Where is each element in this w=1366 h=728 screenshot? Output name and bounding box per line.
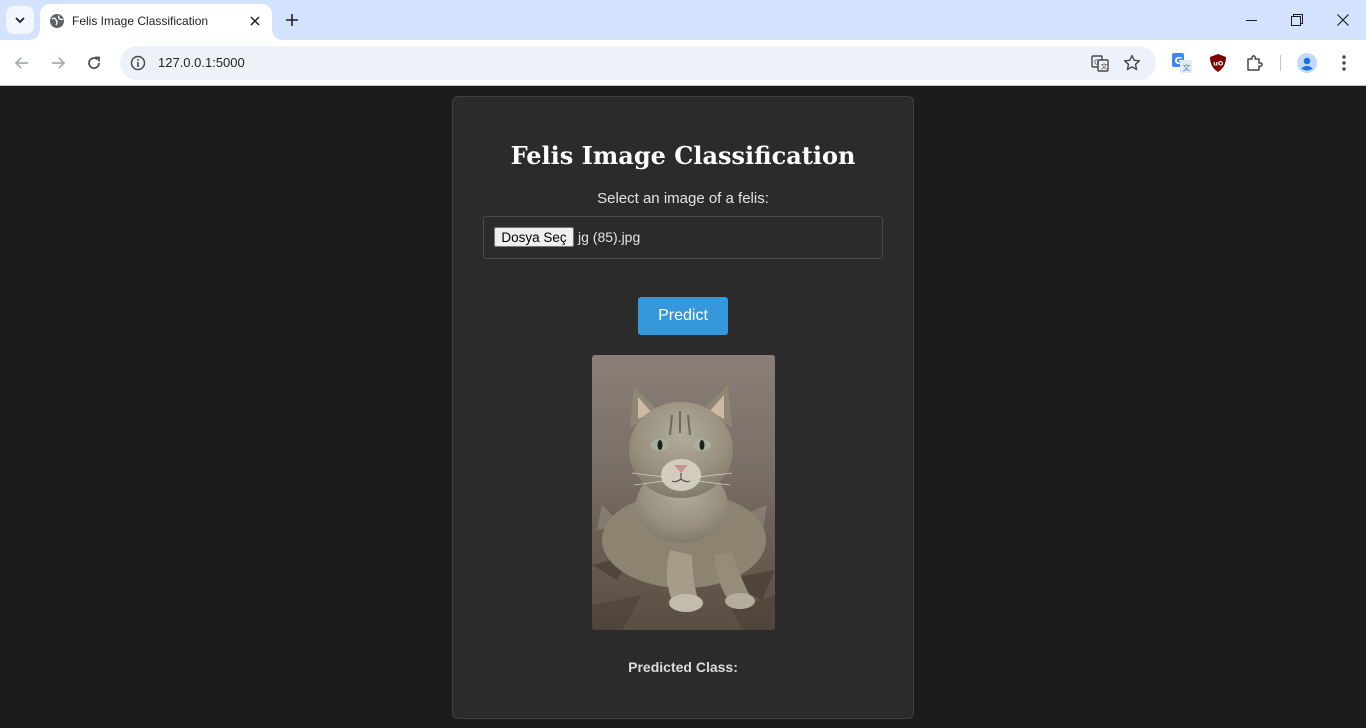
uploaded-image-preview xyxy=(592,355,775,630)
close-window-button[interactable] xyxy=(1320,0,1366,40)
browser-tab-strip: Felis Image Classification xyxy=(0,0,1366,40)
forward-button[interactable] xyxy=(44,49,72,77)
bookmark-button[interactable] xyxy=(1122,53,1142,73)
restore-button[interactable] xyxy=(1274,0,1320,40)
selected-file-name: jg (85).jpg xyxy=(578,229,641,245)
extensions-puzzle-icon xyxy=(1247,55,1263,71)
plus-icon xyxy=(286,14,298,26)
reload-icon xyxy=(88,56,100,69)
globe-icon xyxy=(50,14,64,28)
ublock-extension[interactable]: uO xyxy=(1206,51,1230,75)
profile-icon xyxy=(1297,53,1317,73)
translate-button[interactable]: G文 xyxy=(1090,53,1110,73)
active-tab[interactable]: Felis Image Classification xyxy=(30,4,282,40)
chevron-down-icon xyxy=(15,17,25,24)
back-button[interactable] xyxy=(8,49,36,77)
minimize-button[interactable] xyxy=(1228,0,1274,40)
more-vertical-icon xyxy=(1342,55,1346,71)
toolbar-separator xyxy=(1280,55,1281,71)
file-input-label: Select an image of a felis: xyxy=(597,190,769,207)
address-bar[interactable]: 127.0.0.1:5000 G文 xyxy=(120,46,1156,80)
url-text: 127.0.0.1:5000 xyxy=(158,55,245,70)
google-translate-extension[interactable]: G文 xyxy=(1170,51,1194,75)
predict-button[interactable]: Predict xyxy=(638,297,728,335)
minimize-icon xyxy=(1245,19,1257,21)
svg-text:G: G xyxy=(1094,59,1099,67)
star-icon xyxy=(1123,54,1141,71)
file-input[interactable]: Dosya Seç jg (85).jpg xyxy=(483,216,883,259)
tab-close-button[interactable] xyxy=(246,12,264,30)
svg-text:uO: uO xyxy=(1213,60,1224,68)
extensions-button[interactable] xyxy=(1242,51,1266,75)
translate-icon: G文 xyxy=(1091,55,1109,72)
arrow-left-icon xyxy=(14,57,28,69)
browser-menu-button[interactable] xyxy=(1332,51,1356,75)
info-icon xyxy=(130,55,146,71)
reload-button[interactable] xyxy=(80,49,108,77)
classifier-card: Felis Image Classification Select an ima… xyxy=(452,96,914,719)
ublock-icon: uO xyxy=(1210,54,1226,72)
choose-file-button[interactable]: Dosya Seç xyxy=(494,227,574,247)
restore-icon xyxy=(1291,14,1303,26)
arrow-right-icon xyxy=(52,57,66,69)
svg-text:文: 文 xyxy=(1183,63,1191,73)
predicted-class-label: Predicted Class: xyxy=(628,659,738,675)
close-icon xyxy=(250,16,260,26)
profile-button[interactable] xyxy=(1295,51,1319,75)
page-title: Felis Image Classification xyxy=(510,141,856,170)
site-info-button[interactable] xyxy=(128,53,148,73)
tab-title: Felis Image Classification xyxy=(72,14,209,28)
browser-toolbar: 127.0.0.1:5000 G文 G文 uO xyxy=(0,40,1366,86)
new-tab-button[interactable] xyxy=(280,8,304,32)
google-translate-icon: G文 xyxy=(1172,53,1192,73)
close-icon xyxy=(1337,14,1349,26)
svg-text:文: 文 xyxy=(1101,62,1108,71)
